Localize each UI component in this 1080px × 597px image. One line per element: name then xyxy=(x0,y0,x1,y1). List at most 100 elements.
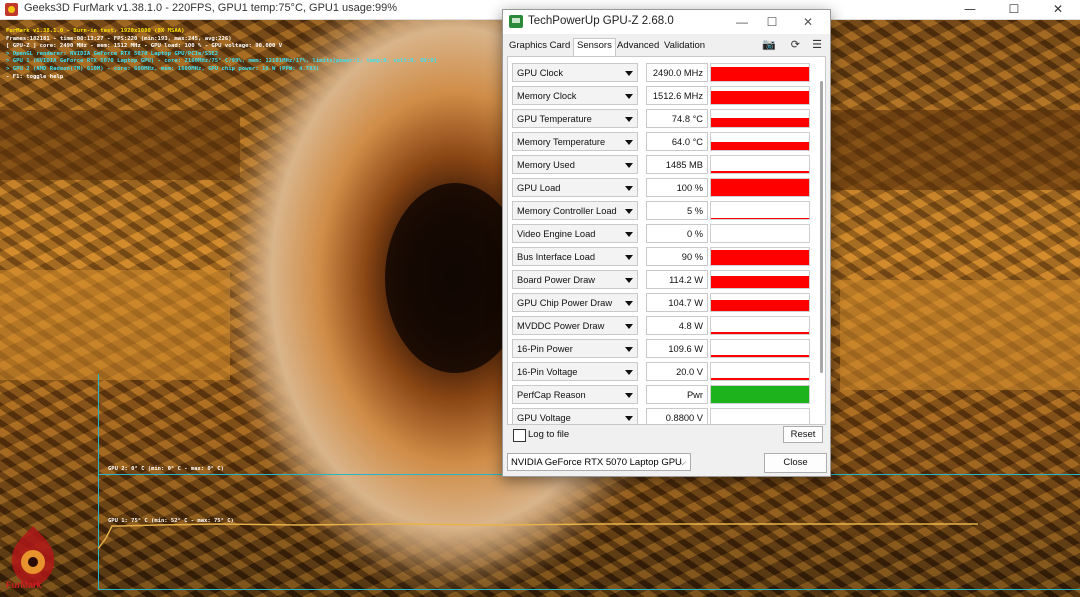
sensor-name-dropdown[interactable]: GPU Load xyxy=(512,178,638,197)
sensor-name: Video Engine Load xyxy=(517,229,596,239)
overlay-line: > GPU 1 (NVIDIA GeForce RTX 5070 Laptop … xyxy=(6,58,438,65)
sensor-row: GPU Voltage 0.8800 V xyxy=(512,408,810,424)
refresh-icon[interactable]: ⟳ xyxy=(791,38,800,51)
sensor-name-dropdown[interactable]: Memory Used xyxy=(512,155,638,174)
sensor-name: MVDDC Power Draw xyxy=(517,321,605,331)
sensor-graph xyxy=(710,178,810,197)
sensor-graph-fill xyxy=(711,142,809,150)
sensor-row: MVDDC Power Draw 4.8 W xyxy=(512,316,810,337)
sensor-name-dropdown[interactable]: 16-Pin Voltage xyxy=(512,362,638,381)
tab-graphics-card[interactable]: Graphics Card xyxy=(509,40,570,51)
sensor-name-dropdown[interactable]: MVDDC Power Draw xyxy=(512,316,638,335)
sensor-value: 20.0 V xyxy=(646,362,708,381)
sensor-name: Memory Temperature xyxy=(517,137,606,147)
sensor-graph xyxy=(710,316,810,335)
sensor-graph xyxy=(710,201,810,220)
dropdown-arrow-icon xyxy=(625,94,633,99)
sensor-name-dropdown[interactable]: Video Engine Load xyxy=(512,224,638,243)
sensor-value: 0.8800 V xyxy=(646,408,708,424)
sensor-row: GPU Load 100 % xyxy=(512,178,810,199)
sensor-name: GPU Load xyxy=(517,183,561,193)
minimize-button[interactable]: — xyxy=(727,10,757,34)
sensor-name-dropdown[interactable]: GPU Chip Power Draw xyxy=(512,293,638,312)
sensor-name-dropdown[interactable]: Memory Clock xyxy=(512,86,638,105)
sensor-name-dropdown[interactable]: Memory Temperature xyxy=(512,132,638,151)
dropdown-arrow-icon xyxy=(625,140,633,145)
sensor-name: GPU Voltage xyxy=(517,413,571,423)
minimize-button[interactable]: — xyxy=(948,0,992,19)
gpuz-window: TechPowerUp GPU-Z 2.68.0 — ☐ ✕ Graphics … xyxy=(502,9,831,477)
sensor-row: Bus Interface Load 90 % xyxy=(512,247,810,268)
sensor-graph xyxy=(710,109,810,128)
sensor-value: 90 % xyxy=(646,247,708,266)
gpuz-titlebar: TechPowerUp GPU-Z 2.68.0 — ☐ ✕ xyxy=(503,10,830,34)
dropdown-arrow-icon xyxy=(625,278,633,283)
sensor-value: 4.8 W xyxy=(646,316,708,335)
overlay-line: - F1: toggle help xyxy=(6,73,64,80)
sensor-name-dropdown[interactable]: 16-Pin Power xyxy=(512,339,638,358)
dropdown-arrow-icon xyxy=(625,393,633,398)
gpu-select-dropdown[interactable]: NVIDIA GeForce RTX 5070 Laptop GPU ⌵ xyxy=(507,453,691,471)
sensor-name-dropdown[interactable]: GPU Voltage xyxy=(512,408,638,424)
dropdown-arrow-icon xyxy=(625,163,633,168)
maximize-button[interactable]: ☐ xyxy=(992,0,1036,19)
sensor-row: Board Power Draw 114.2 W xyxy=(512,270,810,291)
log-to-file-label: Log to file xyxy=(528,429,570,440)
dropdown-arrow-icon xyxy=(625,209,633,214)
sensor-graph-fill xyxy=(711,249,809,265)
sensor-row: GPU Temperature 74.8 °C xyxy=(512,109,810,130)
furmark-logo: FurMark xyxy=(4,520,62,590)
sensor-name-dropdown[interactable]: Board Power Draw xyxy=(512,270,638,289)
furmark-info-overlay: FurMark v1.38.1.0 - Burn-in test, 1920x1… xyxy=(6,28,437,81)
sensor-graph-fill xyxy=(711,331,809,334)
sensor-graph xyxy=(710,86,810,105)
sensor-value: 2490.0 MHz xyxy=(646,63,708,82)
sensor-name: Memory Used xyxy=(517,160,575,170)
sensor-name-dropdown[interactable]: Memory Controller Load xyxy=(512,201,638,220)
sensor-row: GPU Chip Power Draw 104.7 W xyxy=(512,293,810,314)
dropdown-arrow-icon xyxy=(625,324,633,329)
camera-icon[interactable]: 📷 xyxy=(762,38,776,51)
sensors-panel: GPU Clock 2490.0 MHz Memory Clock 1512.6 MH… xyxy=(507,56,826,425)
menu-icon[interactable]: ☰ xyxy=(812,38,822,51)
tab-validation[interactable]: Validation xyxy=(664,40,705,51)
sensor-row: Memory Controller Load 5 % xyxy=(512,201,810,222)
sensor-graph xyxy=(710,155,810,174)
sensor-value: 114.2 W xyxy=(646,270,708,289)
log-to-file-checkbox[interactable] xyxy=(513,429,526,442)
sensor-graph xyxy=(710,339,810,358)
sensor-graph-fill xyxy=(711,91,809,104)
sensor-name: Memory Clock xyxy=(517,91,577,101)
sensors-scrollbar[interactable] xyxy=(820,81,823,373)
maximize-button[interactable]: ☐ xyxy=(757,10,787,34)
close-window-button[interactable]: Close xyxy=(764,453,827,473)
sensor-value: 64.0 °C xyxy=(646,132,708,151)
sensor-graph-fill xyxy=(711,423,809,424)
chevron-down-icon: ⌵ xyxy=(679,457,686,467)
sensor-name-dropdown[interactable]: PerfCap Reason xyxy=(512,385,638,404)
sensor-name-dropdown[interactable]: GPU Temperature xyxy=(512,109,638,128)
gpuz-app-icon xyxy=(509,15,523,28)
reset-button[interactable]: Reset xyxy=(783,426,823,443)
sensor-value: 0 % xyxy=(646,224,708,243)
tab-sensors[interactable]: Sensors xyxy=(573,38,616,57)
sensor-graph-fill xyxy=(711,171,809,173)
sensor-name-dropdown[interactable]: Bus Interface Load xyxy=(512,247,638,266)
tab-advanced[interactable]: Advanced xyxy=(617,40,659,51)
sensor-name: GPU Chip Power Draw xyxy=(517,298,613,308)
sensor-value: 109.6 W xyxy=(646,339,708,358)
sensor-name: 16-Pin Voltage xyxy=(517,367,578,377)
sensor-graph xyxy=(710,224,810,243)
sensor-name-dropdown[interactable]: GPU Clock xyxy=(512,63,638,82)
sensor-name: 16-Pin Power xyxy=(517,344,573,354)
sensor-graph xyxy=(710,408,810,424)
sensor-row: Memory Used 1485 MB xyxy=(512,155,810,176)
sensor-value: 1512.6 MHz xyxy=(646,86,708,105)
close-button[interactable]: ✕ xyxy=(1036,0,1080,19)
overlay-line: Frames:182181 - time:00:13:27 - FPS:220 … xyxy=(6,35,232,42)
dropdown-arrow-icon xyxy=(625,71,633,76)
sensor-graph-fill xyxy=(711,378,809,380)
overlay-line: FurMark v1.38.1.0 - Burn-in test, 1920x1… xyxy=(6,28,185,34)
close-button[interactable]: ✕ xyxy=(793,10,823,34)
dropdown-arrow-icon xyxy=(625,370,633,375)
